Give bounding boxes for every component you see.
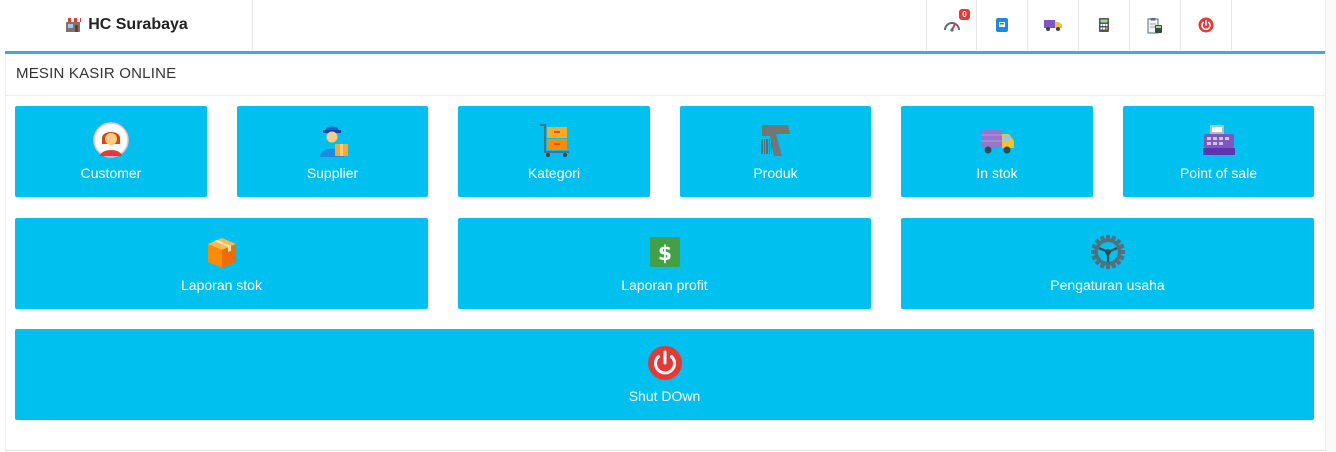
panel-divider: [6, 95, 1325, 96]
nav-power[interactable]: [1181, 0, 1232, 50]
kategori-tile[interactable]: Kategori: [458, 106, 650, 197]
supplier-icon: [319, 126, 348, 157]
customer-icon: [93, 122, 129, 158]
power-icon: [1198, 17, 1214, 33]
in-stok-tile[interactable]: In stok: [901, 106, 1093, 197]
svg-text:$: $: [658, 241, 672, 265]
power-icon: [647, 346, 682, 380]
pengaturan-usaha-tile[interactable]: Pengaturan usaha: [901, 218, 1314, 309]
produk-label: Produk: [753, 165, 798, 181]
point-of-sale-label: Point of sale: [1179, 165, 1258, 181]
shut-down-tile[interactable]: Shut DOwn: [15, 329, 1314, 420]
brand-name: HC Surabaya: [88, 16, 188, 33]
produk-tile[interactable]: Produk: [680, 106, 871, 197]
supplier-label: Supplier: [306, 165, 359, 181]
panel-title: MESIN KASIR ONLINE: [16, 65, 177, 82]
shut-down-label: Shut DOwn: [628, 388, 701, 404]
address-book-icon: [996, 18, 1008, 32]
speedometer-icon: [943, 22, 960, 32]
in-stok-label: In stok: [976, 165, 1018, 181]
kategori-label: Kategori: [527, 165, 581, 181]
customer-label: Customer: [80, 165, 142, 181]
delivery-truck-icon: [1044, 20, 1062, 31]
boxes-cart-icon: [540, 124, 569, 157]
laporan-profit-label: Laporan profit: [621, 277, 708, 293]
nav-dashboard[interactable]: 0: [926, 0, 977, 50]
box-icon: [207, 238, 236, 268]
brand[interactable]: HC Surabaya: [0, 0, 253, 50]
dollar-icon: $: [649, 237, 680, 267]
scrollbar-track[interactable]: [1325, 0, 1336, 452]
pengaturan-usaha-label: Pengaturan usaha: [1050, 277, 1165, 293]
top-navbar: HC Surabaya 0: [0, 0, 1336, 50]
nav-clipboard[interactable]: [1130, 0, 1181, 50]
nav-calculator[interactable]: [1079, 0, 1130, 50]
customer-tile[interactable]: Customer: [15, 106, 207, 197]
store-icon: [65, 18, 82, 32]
nav-delivery[interactable]: [1028, 0, 1079, 50]
nav-address-book[interactable]: [977, 0, 1028, 50]
notification-badge: 0: [959, 9, 970, 20]
cash-register-icon: [1202, 125, 1235, 155]
point-of-sale-tile[interactable]: Point of sale: [1123, 106, 1314, 197]
gear-icon: [1090, 235, 1125, 269]
laporan-stok-tile[interactable]: Laporan stok: [15, 218, 428, 309]
nav-icons: 0: [926, 0, 1232, 50]
clipboard-calculator-icon: [1147, 17, 1162, 33]
calculator-icon: [1099, 18, 1109, 32]
barcode-scanner-icon: [760, 125, 790, 156]
laporan-stok-label: Laporan stok: [181, 277, 262, 293]
supplier-tile[interactable]: Supplier: [237, 106, 428, 197]
truck-icon: [981, 130, 1014, 154]
main-panel: MESIN KASIR ONLINE Customer Supplier Kat…: [5, 54, 1325, 451]
laporan-profit-tile[interactable]: $ Laporan profit: [458, 218, 871, 309]
